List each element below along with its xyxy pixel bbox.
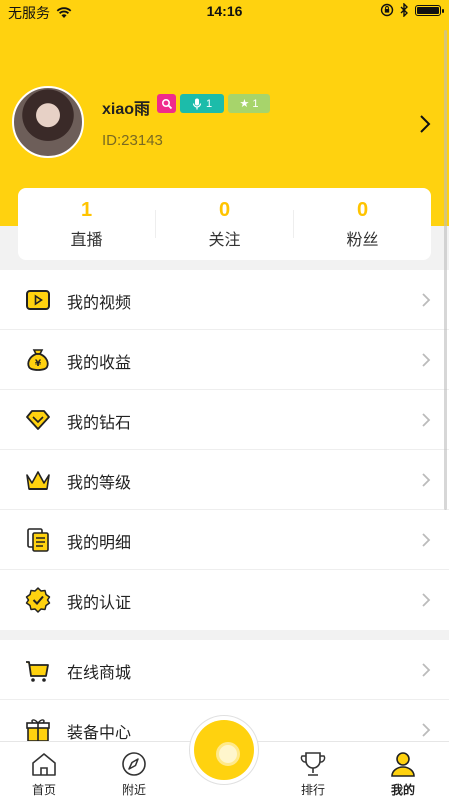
- menu-label: 装备中心: [67, 725, 132, 742]
- search-badge-icon: [157, 94, 176, 113]
- stats-card: 1 直播 0 关注 0 粉丝: [18, 188, 431, 260]
- chevron-right-icon: [422, 413, 431, 427]
- stat-live-value: 1: [80, 198, 93, 221]
- star-icon: ★: [239, 98, 250, 110]
- stat-live[interactable]: 1 直播: [18, 188, 155, 260]
- orientation-lock-icon: [380, 3, 394, 17]
- menu-label: 我的收益: [67, 355, 132, 372]
- status-bar: 无服务 14:16: [0, 0, 449, 24]
- chevron-right-icon: [422, 723, 431, 737]
- anchor-level-value: 1: [205, 97, 213, 110]
- menu-group-main: 我的视频 ¥ 我的收益 我的钻石 我的等级 我的明细 我的认证: [0, 270, 449, 630]
- tab-home[interactable]: 首页: [14, 742, 74, 801]
- anchor-level-badge: 1: [180, 94, 224, 113]
- tab-label: 我的: [390, 783, 415, 797]
- scrollbar[interactable]: [444, 30, 447, 510]
- user-badges: 1 ★ 1: [157, 94, 270, 113]
- diamond-icon: [26, 410, 50, 430]
- stat-fans-label: 粉丝: [346, 231, 379, 249]
- username: xiao雨: [102, 101, 151, 118]
- record-icon: [216, 742, 240, 766]
- stat-fans-value: 0: [356, 198, 369, 221]
- stat-live-label: 直播: [70, 231, 103, 249]
- profile-card[interactable]: xiao雨 1 ★ 1 ID:23143: [12, 86, 432, 160]
- chevron-right-icon[interactable]: [418, 114, 432, 134]
- gift-box-icon: [26, 719, 50, 742]
- crown-icon: [26, 471, 50, 490]
- document-icon: [27, 528, 49, 552]
- menu-label: 我的等级: [67, 475, 132, 492]
- chevron-right-icon: [422, 593, 431, 607]
- avatar[interactable]: [12, 86, 84, 158]
- svg-text:¥: ¥: [35, 359, 42, 369]
- person-icon: [391, 752, 415, 777]
- tab-label: 首页: [31, 783, 56, 797]
- microphone-icon: [192, 98, 202, 109]
- menu-label: 我的视频: [67, 295, 132, 312]
- stat-following[interactable]: 0 关注: [156, 188, 293, 260]
- user-id: ID:23143: [102, 132, 163, 149]
- user-level-value: 1: [252, 97, 259, 110]
- cart-icon: [26, 661, 49, 682]
- menu-item-my-details[interactable]: 我的明细: [0, 510, 449, 570]
- bluetooth-icon: [400, 3, 408, 17]
- battery-icon: [415, 4, 444, 16]
- menu-label: 我的认证: [67, 595, 132, 612]
- chevron-right-icon: [422, 353, 431, 367]
- chevron-right-icon: [422, 663, 431, 677]
- stat-following-value: 0: [218, 198, 231, 221]
- compass-icon: [122, 752, 146, 776]
- menu-item-online-mall[interactable]: 在线商城: [0, 640, 449, 700]
- tab-label: 附近: [121, 783, 146, 797]
- stat-fans[interactable]: 0 粉丝: [294, 188, 431, 260]
- chevron-right-icon: [422, 473, 431, 487]
- menu-item-my-earnings[interactable]: ¥ 我的收益: [0, 330, 449, 390]
- menu-item-my-verification[interactable]: 我的认证: [0, 570, 449, 630]
- verified-icon: [25, 587, 51, 613]
- menu-label: 我的明细: [67, 535, 132, 552]
- money-bag-icon: ¥: [27, 349, 49, 371]
- video-icon: [26, 290, 50, 310]
- user-level-badge: ★ 1: [228, 94, 270, 113]
- stat-following-label: 关注: [208, 231, 241, 249]
- go-live-button-ring: [194, 720, 254, 780]
- menu-label: 在线商城: [67, 665, 132, 682]
- menu-label: 我的钻石: [67, 415, 132, 432]
- trophy-icon: [300, 752, 326, 776]
- tab-ranking[interactable]: 排行: [283, 742, 343, 801]
- chevron-right-icon: [422, 533, 431, 547]
- home-icon: [32, 753, 56, 776]
- tab-nearby[interactable]: 附近: [104, 742, 164, 801]
- chevron-right-icon: [422, 293, 431, 307]
- menu-item-my-level[interactable]: 我的等级: [0, 450, 449, 510]
- menu-item-my-videos[interactable]: 我的视频: [0, 270, 449, 330]
- tab-label: 排行: [300, 783, 325, 797]
- go-live-button[interactable]: [190, 716, 258, 784]
- tab-mine[interactable]: 我的: [373, 742, 433, 801]
- menu-item-my-diamonds[interactable]: 我的钻石: [0, 390, 449, 450]
